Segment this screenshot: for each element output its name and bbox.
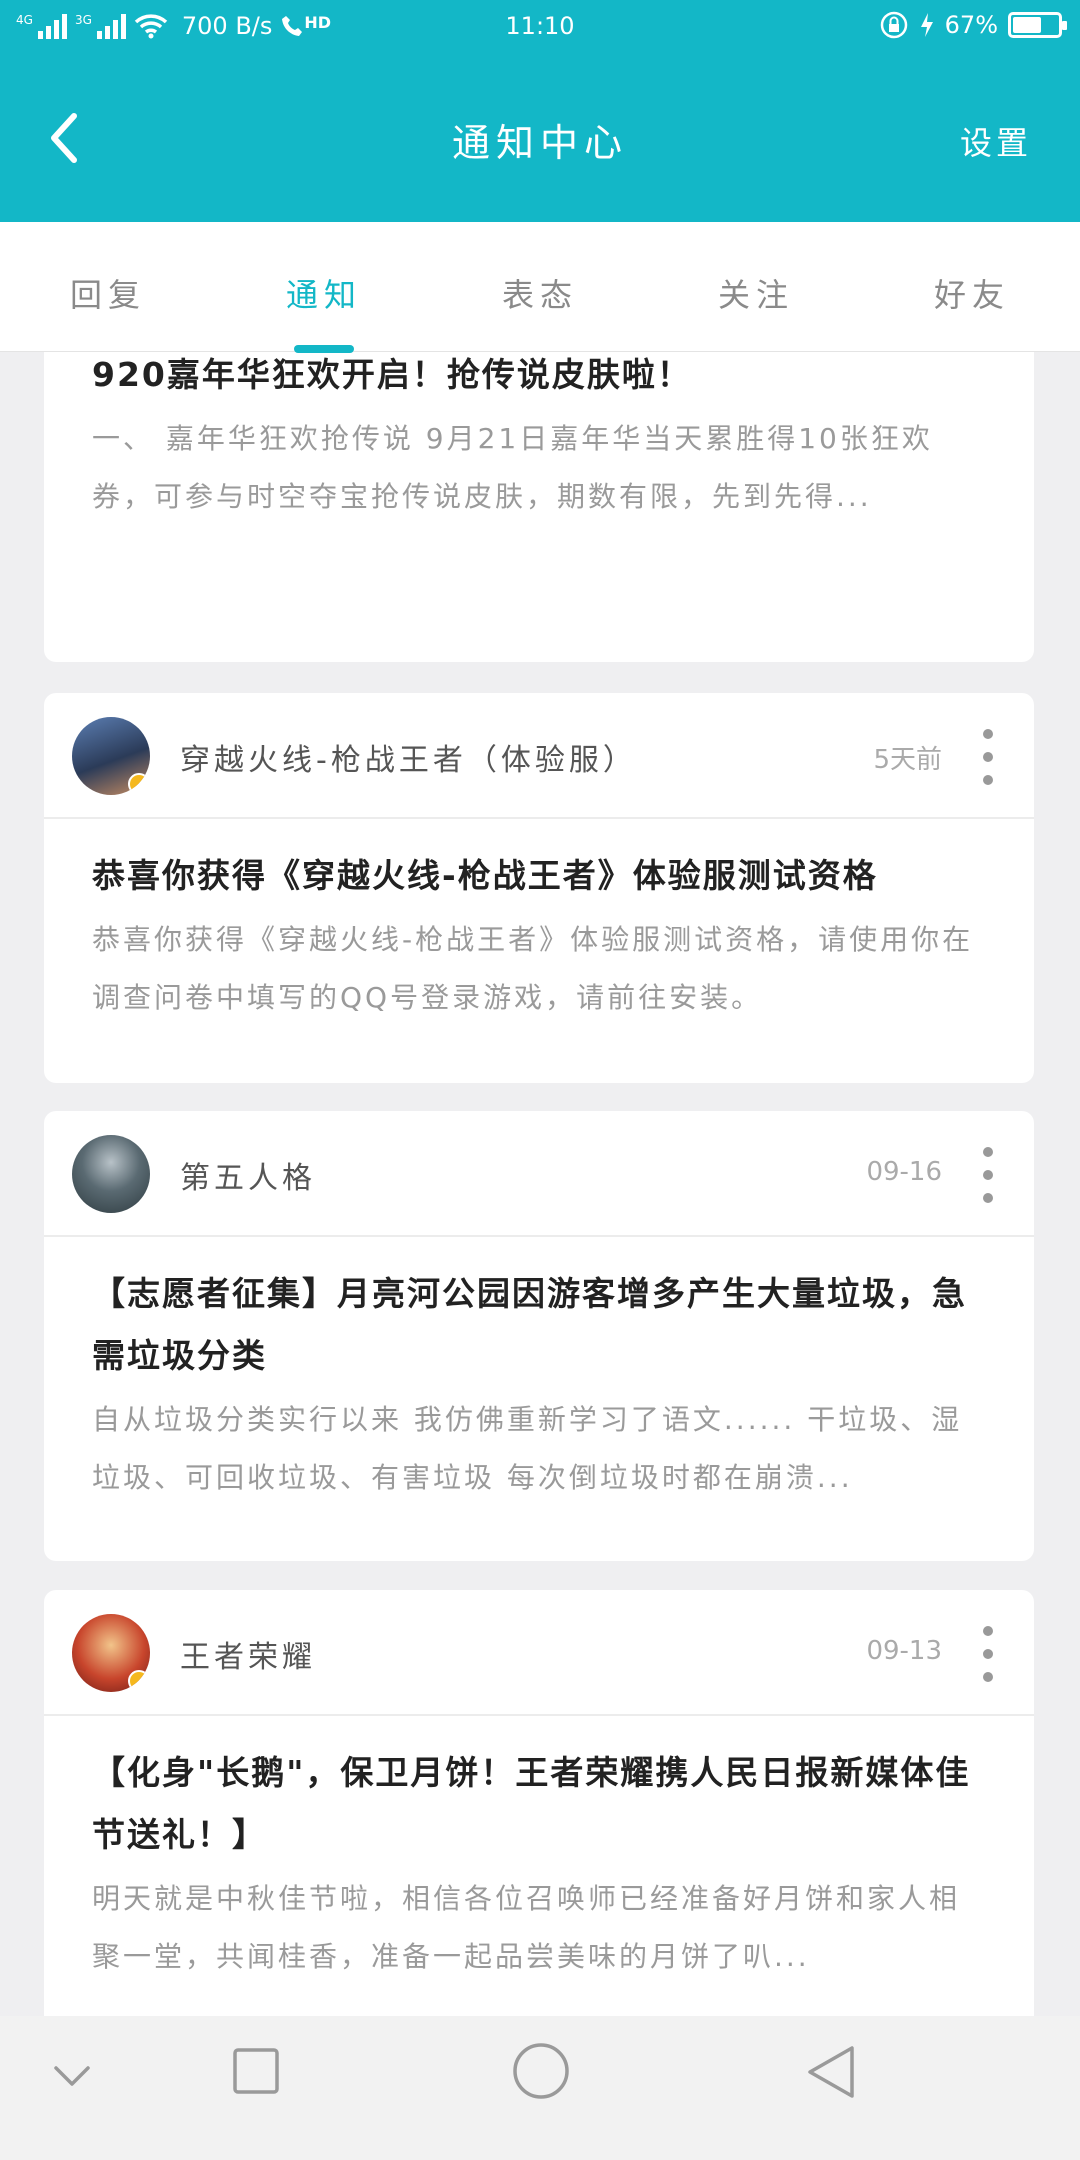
avatar[interactable] bbox=[72, 1135, 150, 1213]
card-header: 穿越火线-枪战王者（体验服） 5天前 bbox=[44, 693, 1034, 819]
notification-excerpt[interactable]: 恭喜你获得《穿越火线-枪战王者》体验服测试资格，请使用你在调查问卷中填写的QQ号… bbox=[92, 911, 986, 1027]
tab-label: 表态 bbox=[501, 276, 578, 314]
avatar[interactable] bbox=[72, 1614, 150, 1692]
chevron-down-icon bbox=[54, 2066, 90, 2086]
recent-apps-button[interactable] bbox=[232, 2046, 280, 2100]
battery-icon bbox=[1008, 12, 1067, 38]
sender-name[interactable]: 穿越火线-枪战王者（体验服） bbox=[180, 735, 637, 779]
tab-friends[interactable]: 好友 bbox=[864, 222, 1080, 351]
notification-title[interactable]: 恭喜你获得《穿越火线-枪战王者》体验服测试资格 bbox=[92, 845, 986, 907]
triangle-back-icon bbox=[808, 2046, 854, 2098]
collapse-button[interactable] bbox=[50, 2056, 94, 2100]
tab-label: 通知 bbox=[285, 276, 362, 314]
battery-fill bbox=[1013, 17, 1042, 33]
tab-notifications[interactable]: 通知 bbox=[216, 222, 432, 353]
more-options-button[interactable] bbox=[978, 1626, 998, 1682]
page-title: 通知中心 bbox=[451, 121, 628, 165]
tab-label: 好友 bbox=[933, 276, 1010, 314]
notification-feed[interactable]: 920嘉年华狂欢开启！抢传说皮肤啦！ 一、 嘉年华狂欢抢传说 9月21日嘉年华当… bbox=[0, 352, 1080, 2016]
notification-title[interactable]: 【化身"长鹅"，保卫月饼！王者荣耀携人民日报新媒体佳节送礼！】 bbox=[92, 1742, 986, 1866]
notification-card[interactable]: 穿越火线-枪战王者（体验服） 5天前 恭喜你获得《穿越火线-枪战王者》体验服测试… bbox=[44, 693, 1034, 1083]
tab-follows[interactable]: 关注 bbox=[648, 222, 864, 351]
notification-card[interactable]: 第五人格 09-16 【志愿者征集】月亮河公园因游客增多产生大量垃圾，急需垃圾分… bbox=[44, 1111, 1034, 1561]
tab-label: 回复 bbox=[69, 276, 146, 314]
timestamp: 09-16 bbox=[866, 1157, 942, 1187]
back-nav-button[interactable] bbox=[804, 2044, 858, 2104]
more-options-button[interactable] bbox=[978, 729, 998, 785]
notification-excerpt[interactable]: 自从垃圾分类实行以来 我仿佛重新学习了语文...... 干垃圾、湿垃圾、可回收垃… bbox=[92, 1391, 986, 1507]
circle-icon bbox=[513, 2043, 569, 2099]
tab-bar: 回复 通知 表态 关注 好友 bbox=[0, 222, 1080, 353]
status-bar: 4G 3G 700 B/s HD 11:10 67% bbox=[0, 0, 1080, 54]
notification-title[interactable]: 【志愿者征集】月亮河公园因游客增多产生大量垃圾，急需垃圾分类 bbox=[92, 1263, 986, 1387]
notification-excerpt[interactable]: 明天就是中秋佳节啦，相信各位召唤师已经准备好月饼和家人相聚一堂，共闻桂香，准备一… bbox=[92, 1870, 986, 1986]
charging-icon bbox=[920, 13, 933, 37]
more-options-button[interactable] bbox=[978, 1147, 998, 1203]
tab-label: 关注 bbox=[717, 276, 794, 314]
home-button[interactable] bbox=[512, 2042, 570, 2104]
avatar[interactable] bbox=[72, 717, 150, 795]
card-header: 第五人格 09-16 bbox=[44, 1111, 1034, 1237]
card-header: 王者荣耀 09-13 bbox=[44, 1590, 1034, 1716]
verified-badge bbox=[128, 1670, 150, 1692]
notification-excerpt[interactable]: 一、 嘉年华狂欢抢传说 9月21日嘉年华当天累胜得10张狂欢券，可参与时空夺宝抢… bbox=[92, 410, 986, 526]
active-tab-indicator bbox=[294, 345, 354, 353]
rotation-lock-icon bbox=[880, 11, 907, 39]
settings-button[interactable]: 设置 bbox=[960, 118, 1032, 164]
timestamp: 5天前 bbox=[873, 745, 942, 775]
timestamp: 09-13 bbox=[866, 1636, 942, 1666]
tab-reactions[interactable]: 表态 bbox=[432, 222, 648, 351]
battery-percent: 67% bbox=[944, 11, 998, 39]
system-nav-bar bbox=[0, 2016, 1080, 2160]
notification-card[interactable]: 王者荣耀 09-13 【化身"长鹅"，保卫月饼！王者荣耀携人民日报新媒体佳节送礼… bbox=[44, 1590, 1034, 2016]
square-icon bbox=[233, 2048, 279, 2094]
notification-title[interactable]: 920嘉年华狂欢开启！抢传说皮肤啦！ bbox=[92, 352, 986, 406]
sender-name[interactable]: 王者荣耀 bbox=[180, 1632, 316, 1676]
tab-replies[interactable]: 回复 bbox=[0, 222, 216, 351]
notification-card[interactable]: 920嘉年华狂欢开启！抢传说皮肤啦！ 一、 嘉年华狂欢抢传说 9月21日嘉年华当… bbox=[44, 352, 1034, 662]
sender-name[interactable]: 第五人格 bbox=[180, 1153, 316, 1197]
verified-badge bbox=[128, 773, 150, 795]
app-header: 4G 3G 700 B/s HD 11:10 67% 通知中心 设置 bbox=[0, 0, 1080, 222]
